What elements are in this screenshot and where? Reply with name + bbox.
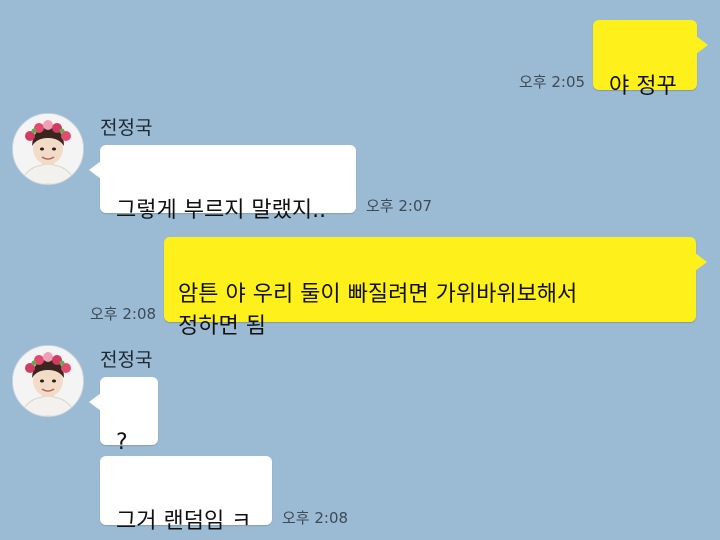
bubble-tail: [695, 253, 707, 271]
sender-name: 전정국: [100, 349, 153, 371]
message-time: 오후 2:05: [519, 73, 586, 91]
bubble-tail: [89, 393, 101, 411]
message-text: 그거 랜덤임 ㅋ: [116, 509, 252, 534]
message-bubble-theirs[interactable]: 그거 랜덤임 ㅋ: [100, 456, 272, 534]
message-text: 암튼 야 우리 둘이 빠질려면 가위바위보해서 정하면 됨: [178, 282, 578, 339]
message-time: 오후 2:08: [282, 509, 349, 527]
message-bubble-mine[interactable]: 암튼 야 우리 둘이 빠질려면 가위바위보해서 정하면 됨: [164, 237, 707, 339]
message-time: 오후 2:07: [366, 197, 433, 215]
message-time: 오후 2:08: [90, 305, 157, 323]
message-text: ?: [116, 430, 128, 455]
profile-photo-avatar-icon: [13, 114, 83, 184]
bubble-tail: [696, 36, 708, 54]
sender-name: 전정국: [100, 117, 153, 139]
profile-photo-avatar-icon: [13, 346, 83, 416]
message-bubble-theirs[interactable]: 그렇게 부르지 말랬지..: [89, 145, 356, 223]
message-bubble-mine[interactable]: 야 정꾸: [593, 20, 708, 99]
message-bubble-theirs[interactable]: ?: [89, 377, 158, 455]
profile-avatar[interactable]: [12, 345, 84, 417]
bubble-tail: [89, 161, 101, 179]
message-text: 그렇게 부르지 말랬지..: [116, 198, 327, 223]
message-text: 야 정꾸: [609, 74, 677, 99]
profile-avatar[interactable]: [12, 113, 84, 185]
